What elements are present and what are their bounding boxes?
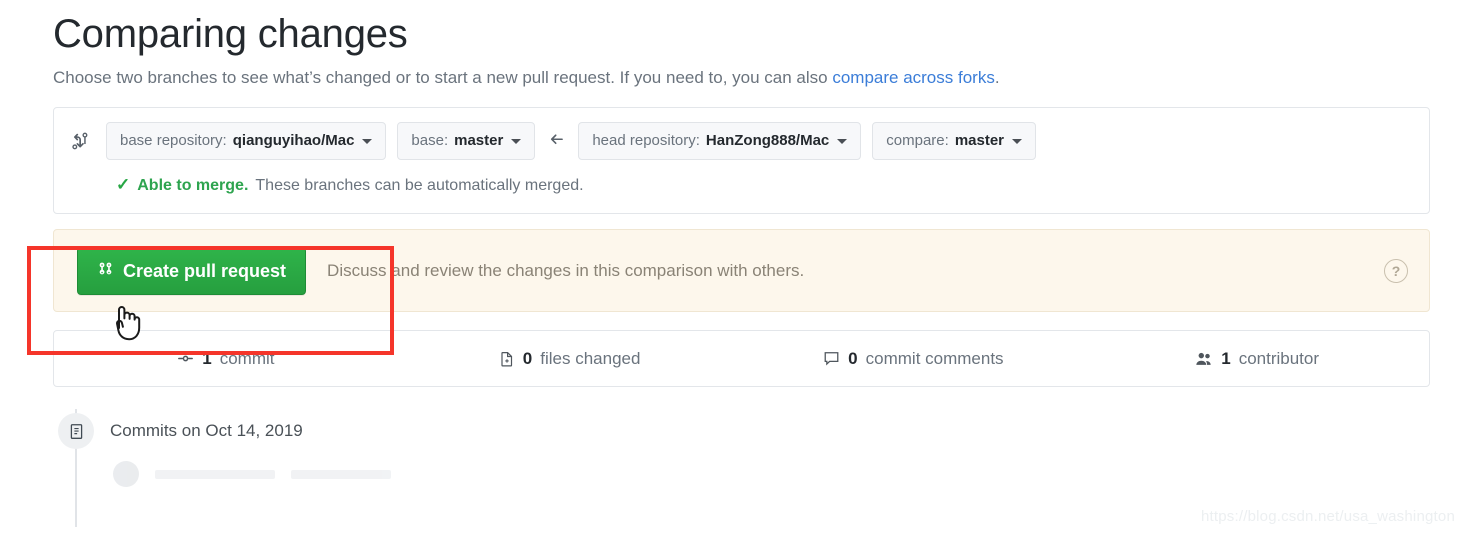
branch-selection-panel: base repository: qianguyihao/Mac base: m…: [53, 107, 1430, 214]
page-subtitle-suffix: .: [994, 68, 1000, 87]
base-repository-value: qianguyihao/Mac: [232, 132, 355, 149]
question-mark-icon[interactable]: ?: [1384, 258, 1408, 283]
arrow-left-icon: [546, 131, 567, 152]
watermark: https://blog.csdn.net/usa_washington: [1200, 508, 1455, 525]
stat-files-changed-count: 0: [522, 348, 533, 368]
chevron-down-icon: [837, 138, 848, 144]
compare-branch-label: compare:: [886, 132, 949, 149]
comment-icon: [823, 350, 840, 367]
merge-status: ✓ Able to merge. These branches can be a…: [116, 174, 1413, 197]
avatar: [113, 461, 139, 487]
people-icon: [1195, 350, 1213, 368]
stat-files-changed-label: files changed: [540, 348, 641, 368]
head-repository-select[interactable]: head repository: HanZong888/Mac: [578, 122, 862, 160]
create-pull-request-description: Discuss and review the changes in this c…: [327, 260, 805, 280]
git-pull-request-icon: [97, 260, 114, 282]
git-compare-icon: [70, 130, 92, 152]
stat-contributors-count: 1: [1221, 348, 1231, 368]
file-diff-icon: [499, 351, 515, 367]
create-pull-request-label: Create pull request: [123, 260, 287, 281]
base-branch-value: master: [454, 132, 504, 149]
comparison-stats-bar: 1 commit 0 files changed 0 commit commen: [53, 330, 1430, 387]
base-repository-label: base repository:: [120, 132, 227, 149]
merge-status-label: Able to merge.: [137, 177, 249, 194]
stat-commit-comments[interactable]: 0 commit comments: [742, 348, 1086, 370]
page-subtitle: Choose two branches to see what’s change…: [53, 66, 1430, 90]
merge-status-detail: These branches can be automatically merg…: [255, 177, 584, 194]
commit-row-partial[interactable]: [53, 461, 1430, 487]
commits-timeline: Commits on Oct 14, 2019: [53, 409, 1430, 527]
base-branch-select[interactable]: base: master: [397, 122, 536, 160]
stat-commits-count: 1: [202, 348, 212, 368]
page-title: Comparing changes: [53, 12, 408, 56]
base-repository-select[interactable]: base repository: qianguyihao/Mac: [106, 122, 387, 160]
stat-commits-label: commit: [219, 348, 275, 368]
create-pull-request-button[interactable]: Create pull request: [77, 246, 307, 295]
stat-contributors[interactable]: 1 contributor: [1085, 348, 1429, 370]
page-subtitle-text: Choose two branches to see what’s change…: [53, 68, 833, 87]
check-icon: ✓: [116, 175, 131, 194]
branch-selector-row: base repository: qianguyihao/Mac base: m…: [70, 122, 1413, 160]
chevron-down-icon: [511, 138, 522, 144]
commit-icon: [177, 350, 194, 367]
commit-message-placeholder: [291, 469, 391, 479]
base-branch-label: base:: [411, 132, 449, 149]
chevron-down-icon: [362, 138, 373, 144]
commit-group-header: Commits on Oct 14, 2019: [53, 409, 1430, 453]
compare-page: Comparing changes Choose two branches to…: [53, 0, 1430, 527]
head-repository-label: head repository:: [592, 132, 700, 149]
stat-commit-comments-count: 0: [848, 348, 858, 368]
compare-across-forks-link[interactable]: compare across forks: [832, 68, 995, 87]
commit-group-icon: [58, 413, 94, 449]
commit-group-label: Commits on Oct 14, 2019: [110, 421, 303, 440]
head-repository-value: HanZong888/Mac: [705, 132, 830, 149]
compare-branch-value: master: [954, 132, 1005, 149]
create-pull-request-panel: Create pull request Discuss and review t…: [53, 229, 1430, 312]
stat-files-changed[interactable]: 0 files changed: [398, 348, 742, 370]
commit-author-placeholder: [155, 469, 275, 479]
stat-contributors-label: contributor: [1238, 348, 1320, 368]
stat-commit-comments-label: commit comments: [865, 348, 1004, 368]
stat-commits[interactable]: 1 commit: [54, 348, 398, 370]
compare-branch-select[interactable]: compare: master: [872, 122, 1037, 160]
chevron-down-icon: [1012, 138, 1023, 144]
